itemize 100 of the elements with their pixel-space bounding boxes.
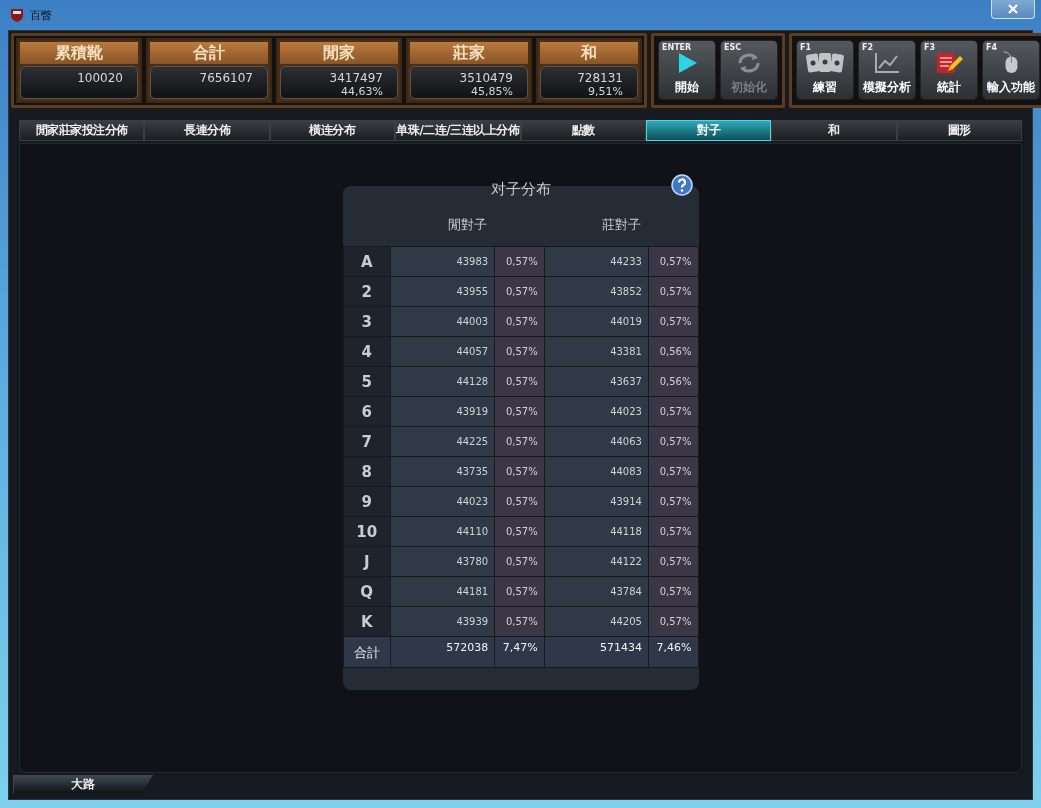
table-cell: 0,57% xyxy=(648,396,698,427)
stat-value: 7656107 xyxy=(199,71,253,85)
tab[interactable]: 長連分佈 xyxy=(144,120,270,141)
table-cell: 7,47% xyxy=(494,636,545,668)
stat-value: 100020 xyxy=(77,71,123,85)
tab[interactable]: 橫连分布 xyxy=(269,120,396,141)
table-cell: 0,57% xyxy=(648,606,698,637)
tab[interactable]: 對子 xyxy=(645,120,772,141)
table-cell: 43637 xyxy=(544,366,649,397)
table-cell: 43914 xyxy=(544,486,649,517)
shield-icon xyxy=(10,8,24,22)
table-cell: 0,57% xyxy=(494,426,545,457)
table-cell: 0,57% xyxy=(648,276,698,307)
table-cell: 0,57% xyxy=(494,246,545,277)
row-header: 4 xyxy=(343,336,391,367)
close-button[interactable] xyxy=(991,0,1035,19)
column-header: 閒對子 xyxy=(390,204,545,247)
row-header: 9 xyxy=(343,486,391,517)
table-cell: 43939 xyxy=(390,606,495,637)
tab[interactable]: 单珠/二连/三连以上分佈 xyxy=(395,120,521,141)
stat-value: 728131 xyxy=(577,71,623,85)
row-header: 6 xyxy=(343,396,391,427)
table-cell: 44233 xyxy=(544,246,649,277)
cards-icon xyxy=(805,51,845,75)
table-cell: 0,57% xyxy=(648,246,698,277)
table-cell: 0,57% xyxy=(648,426,698,457)
row-header: 8 xyxy=(343,456,391,487)
function-button[interactable]: F4 輸入功能 xyxy=(982,40,1040,100)
close-icon xyxy=(1008,4,1018,14)
table-cell: 43983 xyxy=(390,246,495,277)
table-cell: 43784 xyxy=(544,576,649,607)
table-cell: 7,46% xyxy=(648,636,698,668)
table-cell: 44118 xyxy=(544,516,649,547)
tab[interactable]: 圖形 xyxy=(896,120,1022,141)
table-cell: 0,57% xyxy=(494,546,545,577)
table-cell: 43381 xyxy=(544,336,649,367)
row-header: 合計 xyxy=(343,636,391,668)
row-header: 7 xyxy=(343,426,391,457)
table-cell: 44122 xyxy=(544,546,649,577)
row-header: 3 xyxy=(343,306,391,337)
row-header: 10 xyxy=(343,516,391,547)
table-title: 对子分布 xyxy=(490,179,551,199)
tab[interactable]: 點數 xyxy=(520,120,646,141)
table-cell: 0,57% xyxy=(648,576,698,607)
table-cell: 44063 xyxy=(544,426,649,457)
table-cell: 44181 xyxy=(390,576,495,607)
table-cell: 572038 xyxy=(390,636,495,668)
table-cell: 44003 xyxy=(390,306,495,337)
stat-percent: 44,63% xyxy=(341,85,383,98)
tab[interactable]: 和 xyxy=(771,120,897,141)
stat-label: 累積靴 xyxy=(20,42,138,64)
function-button[interactable]: F3 統計 xyxy=(920,40,978,100)
row-header: Q xyxy=(343,576,391,607)
table-cell: 43852 xyxy=(544,276,649,307)
row-header: 5 xyxy=(343,366,391,397)
table-cell: 44225 xyxy=(390,426,495,457)
table-cell: 0,57% xyxy=(648,486,698,517)
stat-label: 合計 xyxy=(150,42,268,64)
stat-label: 莊家 xyxy=(410,42,528,64)
table-cell: 44128 xyxy=(390,366,495,397)
table-cell: 0,57% xyxy=(494,486,545,517)
table-cell: 44083 xyxy=(544,456,649,487)
table-cell: 571434 xyxy=(544,636,649,668)
function-button[interactable]: F1 練習 xyxy=(796,40,854,100)
row-header: 2 xyxy=(343,276,391,307)
table-cell: 0,56% xyxy=(648,336,698,367)
table-cell: 0,57% xyxy=(648,516,698,547)
stat-percent: 9,51% xyxy=(588,85,623,98)
stat-value: 3417497 xyxy=(329,71,383,85)
view-tab[interactable]: 大路 xyxy=(13,775,153,793)
action-button[interactable]: ENTER 開始 xyxy=(658,40,716,100)
table-cell: 0,57% xyxy=(494,576,545,607)
table-cell: 0,57% xyxy=(494,516,545,547)
table-cell: 43735 xyxy=(390,456,495,487)
table-cell: 0,57% xyxy=(494,336,545,367)
table-cell: 44205 xyxy=(544,606,649,637)
table-cell: 0,57% xyxy=(494,606,545,637)
table-cell: 44023 xyxy=(544,396,649,427)
table-cell: 0,56% xyxy=(648,366,698,397)
table-cell: 44019 xyxy=(544,306,649,337)
row-header: J xyxy=(343,546,391,577)
stat-label: 和 xyxy=(540,42,638,64)
table-cell: 0,57% xyxy=(494,396,545,427)
help-icon xyxy=(670,174,693,196)
function-button[interactable]: F2 模擬分析 xyxy=(858,40,916,100)
tab[interactable]: 閒家莊家投注分佈 xyxy=(19,120,145,141)
table-cell: 0,57% xyxy=(648,546,698,577)
table-cell: 0,57% xyxy=(494,366,545,397)
table-cell: 0,57% xyxy=(494,456,545,487)
notepad-pencil-icon xyxy=(934,51,964,75)
table-cell: 44110 xyxy=(390,516,495,547)
stat-value: 3510479 xyxy=(459,71,513,85)
table-cell: 0,57% xyxy=(648,456,698,487)
table-cell: 0,57% xyxy=(494,276,545,307)
row-header: K xyxy=(343,606,391,637)
line-chart-icon xyxy=(873,51,901,75)
table-cell: 43919 xyxy=(390,396,495,427)
column-header: 莊對子 xyxy=(544,204,698,247)
table-cell: 0,57% xyxy=(494,306,545,337)
help-button[interactable] xyxy=(670,174,693,196)
